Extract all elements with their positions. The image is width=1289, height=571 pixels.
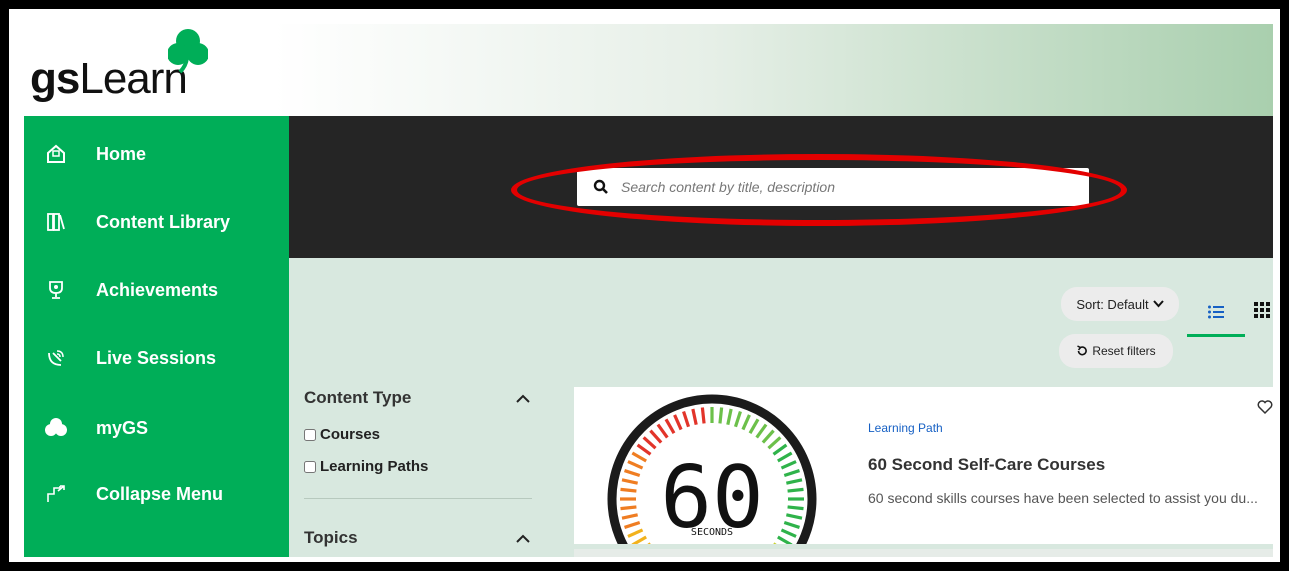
gauge-tick (787, 487, 804, 493)
search-box[interactable] (577, 168, 1089, 206)
search-input[interactable] (621, 179, 1071, 195)
list-view-button[interactable] (1187, 287, 1245, 337)
filter-option-learning-paths[interactable]: Learning Paths (304, 458, 428, 475)
card-thumbnail: 60 SECONDS (574, 387, 850, 544)
reset-filters-button[interactable]: Reset filters (1059, 334, 1173, 368)
sidebar: Home Content Library Achievements Live S… (24, 116, 289, 557)
reset-label: Reset filters (1092, 344, 1156, 358)
trefoil-icon (168, 29, 208, 74)
gslearn-logo[interactable]: gsLearn (30, 54, 188, 104)
card-description: 60 second skills courses have been selec… (868, 490, 1258, 506)
sidebar-item-label: Collapse Menu (96, 483, 224, 504)
filter-option-label: Courses (320, 426, 381, 443)
search-band (289, 116, 1273, 258)
sidebar-item-collapse-menu[interactable]: Collapse Menu (24, 472, 289, 516)
sidebar-item-label: Home (96, 143, 147, 164)
sidebar-item-label: Achievements (96, 279, 219, 300)
filter-option-label: Learning Paths (320, 458, 429, 475)
sidebar-item-home[interactable]: Home (24, 132, 289, 176)
gauge-tick (700, 407, 706, 424)
reset-icon (1077, 345, 1088, 356)
trophy-icon (44, 278, 68, 302)
chevron-up-icon[interactable] (516, 534, 530, 544)
content-card[interactable]: 60 SECONDS Learning Path 60 Second Self-… (574, 387, 1273, 544)
gauge-tick (718, 407, 724, 424)
gauge-tick (620, 505, 637, 511)
sidebar-item-label: Live Sessions (96, 347, 217, 368)
sidebar-item-achievements[interactable]: Achievements (24, 268, 289, 312)
next-card-edge (574, 549, 1273, 557)
library-icon (44, 210, 68, 234)
collapse-icon (44, 482, 68, 506)
clover-icon (44, 416, 68, 440)
content-type-tag[interactable]: Learning Path (868, 421, 943, 435)
sidebar-item-label: myGS (96, 417, 149, 438)
sort-dropdown[interactable]: Sort: Default (1061, 287, 1179, 321)
sort-label: Sort: Default (1076, 296, 1149, 312)
top-header: gsLearn (24, 24, 1273, 116)
sixty-seconds-image: 60 SECONDS (607, 394, 817, 544)
list-view-icon (1208, 305, 1224, 319)
chevron-up-icon[interactable] (516, 394, 530, 404)
sidebar-item-label: Content Library (96, 211, 231, 232)
app-window: gsLearn Home Content Library Achievement (24, 24, 1273, 557)
favorite-heart-icon[interactable] (1257, 399, 1273, 415)
grid-view-icon[interactable] (1254, 300, 1273, 320)
topics-heading: Topics (304, 528, 358, 547)
chevron-down-icon (1152, 300, 1164, 308)
search-icon (593, 179, 608, 194)
gauge-tick (620, 487, 637, 493)
active-view-indicator (1187, 334, 1245, 337)
card-title[interactable]: 60 Second Self-Care Courses (868, 455, 1105, 475)
sidebar-item-live-sessions[interactable]: Live Sessions (24, 336, 289, 380)
screenshot-frame: gsLearn Home Content Library Achievement (9, 9, 1280, 562)
filter-option-courses[interactable]: Courses (304, 426, 380, 443)
courses-checkbox[interactable] (304, 428, 316, 441)
seconds-caption: SECONDS (691, 527, 733, 538)
filter-divider (304, 498, 532, 499)
learning-paths-checkbox[interactable] (304, 460, 316, 473)
gauge-tick (787, 505, 804, 511)
sidebar-item-content-library[interactable]: Content Library (24, 200, 289, 244)
logo-bold-text: gs (30, 54, 80, 103)
sidebar-item-mygs[interactable]: myGS (24, 406, 289, 450)
satellite-icon (44, 346, 68, 370)
content-type-heading: Content Type (304, 388, 412, 407)
home-icon (44, 142, 68, 166)
